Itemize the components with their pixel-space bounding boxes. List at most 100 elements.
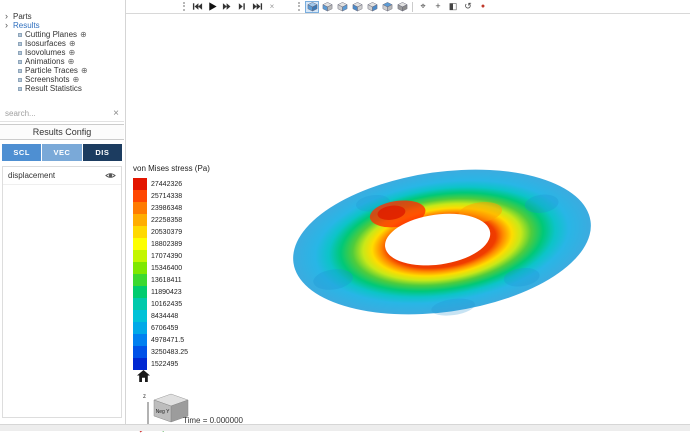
field-displacement[interactable]: displacement xyxy=(3,167,121,185)
legend-swatch xyxy=(133,334,147,346)
skip-to-end-button[interactable] xyxy=(250,1,264,13)
tree-item-label: Screenshots xyxy=(25,75,70,84)
front-view-button[interactable] xyxy=(320,1,334,13)
legend-swatch xyxy=(133,286,147,298)
legend-swatch xyxy=(133,262,147,274)
tab-dis[interactable]: DIS xyxy=(82,144,122,161)
toolbar-grip[interactable] xyxy=(298,2,301,11)
visibility-eye-icon[interactable] xyxy=(105,171,116,180)
chevron-icon[interactable]: › xyxy=(5,21,11,30)
item-icon xyxy=(18,68,22,73)
legend-value: 4978471.5 xyxy=(151,336,185,344)
cube-face-label: Neg Y xyxy=(156,409,170,415)
tab-vec[interactable]: VEC xyxy=(42,144,82,161)
tree-item-animations[interactable]: Animations ⊕ xyxy=(5,57,125,66)
view-toolbar: ⌖ + ◧ ↺ ● xyxy=(298,0,490,13)
legend-value: 3250483.25 xyxy=(151,348,188,356)
legend-swatch xyxy=(133,310,147,322)
tree-item-results[interactable]: › Results xyxy=(5,21,125,31)
play-button[interactable] xyxy=(205,1,219,13)
legend-entry: 27442326 xyxy=(133,178,210,190)
tree-item-result-statistics[interactable]: Result Statistics xyxy=(5,84,125,93)
legend-swatch xyxy=(133,214,147,226)
legend-entry: 3250483.25 xyxy=(133,346,210,358)
legend-swatch xyxy=(133,238,147,250)
legend-swatch xyxy=(133,190,147,202)
legend-value: 6706459 xyxy=(151,324,179,332)
tree-item-particle-traces[interactable]: Particle Traces ⊕ xyxy=(5,66,125,75)
legend-value: 23986348 xyxy=(151,204,183,212)
legend-swatch xyxy=(133,202,147,214)
tree-item-cutting-planes[interactable]: Cutting Planes ⊕ xyxy=(5,30,125,39)
legend-entry: 15346400 xyxy=(133,262,210,274)
legend-value: 15346400 xyxy=(151,264,183,272)
item-icon xyxy=(18,86,22,91)
bottom-view-button[interactable] xyxy=(395,1,409,13)
step-forward-button[interactable] xyxy=(235,1,249,13)
item-icon xyxy=(18,50,22,55)
item-icon xyxy=(18,59,22,64)
legend-value: 25714338 xyxy=(151,192,183,200)
record-button[interactable]: ● xyxy=(476,1,490,13)
clear-search-icon[interactable]: × xyxy=(113,108,119,119)
tree-item-isovolumes[interactable]: Isovolumes ⊕ xyxy=(5,48,125,57)
add-icon[interactable]: ⊕ xyxy=(68,48,75,57)
add-icon[interactable]: ⊕ xyxy=(80,30,87,39)
tree-item-isosurfaces[interactable]: Isosurfaces ⊕ xyxy=(5,39,125,48)
right-view-button[interactable] xyxy=(365,1,379,13)
home-view-icon[interactable] xyxy=(137,370,150,382)
reset-rotation-button[interactable]: ↺ xyxy=(461,1,475,13)
legend-entry: 4978471.5 xyxy=(133,334,210,346)
tree-item-label: Isovolumes xyxy=(25,48,66,57)
legend-entry: 10162435 xyxy=(133,298,210,310)
iso-view-button[interactable] xyxy=(305,0,319,13)
legend-swatch xyxy=(133,322,147,334)
item-icon xyxy=(18,77,22,82)
stress-result-disc[interactable] xyxy=(284,156,600,328)
top-toolbar-strip: × ⌖ + ◧ ↺ ● xyxy=(126,0,690,14)
tree-item-label: Isosurfaces xyxy=(25,39,66,48)
add-icon[interactable]: ⊕ xyxy=(72,75,79,84)
center-view-button[interactable]: + xyxy=(431,1,445,13)
legend-entry: 22258358 xyxy=(133,214,210,226)
stress-legend: von Mises stress (Pa) 27442326 25714338 23… xyxy=(133,164,210,370)
legend-swatch xyxy=(133,358,147,370)
add-icon[interactable]: ⊕ xyxy=(69,39,76,48)
status-bar xyxy=(0,424,690,431)
tree-item-label: Cutting Planes xyxy=(25,30,78,39)
legend-value: 22258358 xyxy=(151,216,183,224)
legend-swatch xyxy=(133,178,147,190)
results-fields-panel: displacement xyxy=(2,166,122,418)
tree-item-label: Results xyxy=(13,21,40,30)
legend-value: 11890423 xyxy=(151,288,182,296)
legend-value: 10162435 xyxy=(151,300,183,308)
top-view-button[interactable] xyxy=(380,1,394,13)
field-label: displacement xyxy=(8,171,56,180)
add-icon[interactable]: ⊕ xyxy=(81,66,88,75)
tree-item-parts[interactable]: › Parts xyxy=(5,12,125,22)
close-playback-toolbar-button[interactable]: × xyxy=(265,1,279,13)
back-view-button[interactable] xyxy=(335,1,349,13)
axis-label: z xyxy=(143,394,146,400)
legend-entry: 20530379 xyxy=(133,226,210,238)
legend-value: 27442326 xyxy=(151,180,183,188)
add-icon[interactable]: ⊕ xyxy=(68,57,75,66)
legend-value: 1522495 xyxy=(151,360,179,368)
skip-to-start-button[interactable] xyxy=(190,1,204,13)
legend-value: 13618411 xyxy=(151,276,182,284)
search-input[interactable]: search... xyxy=(5,109,36,118)
left-view-button[interactable] xyxy=(350,1,364,13)
tab-scl[interactable]: SCL xyxy=(2,144,42,161)
fast-forward-button[interactable] xyxy=(220,1,234,13)
playback-toolbar: × xyxy=(183,0,279,13)
clip-plane-button[interactable]: ◧ xyxy=(446,1,460,13)
model-tree: › Parts › Results Cutting Planes ⊕ Isosurfaces… xyxy=(0,0,125,94)
toolbar-separator xyxy=(412,1,413,12)
viewport-3d[interactable]: von Mises stress (Pa) 27442326 25714338 23… xyxy=(126,14,690,433)
tree-item-screenshots[interactable]: Screenshots ⊕ xyxy=(5,75,125,84)
legend-value: 8434448 xyxy=(151,312,179,320)
toolbar-grip[interactable] xyxy=(183,2,186,11)
legend-entry: 8434448 xyxy=(133,310,210,322)
fit-view-button[interactable]: ⌖ xyxy=(416,1,430,13)
legend-swatch xyxy=(133,250,147,262)
